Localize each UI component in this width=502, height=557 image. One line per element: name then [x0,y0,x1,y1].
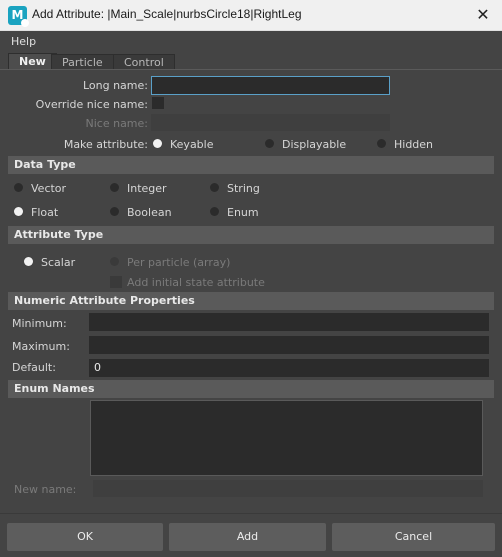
attribute-type-header[interactable]: Attribute Type [8,226,494,244]
radio-hidden[interactable] [377,139,386,148]
radio-displayable[interactable] [265,139,274,148]
vector-label: Vector [31,182,67,195]
minimum-label: Minimum: [12,317,67,330]
per-particle-label: Per particle (array) [127,256,231,269]
menu-bar [0,31,502,52]
bottom-separator [0,513,502,514]
new-name-input[interactable] [93,480,483,497]
override-nice-name-checkbox[interactable] [152,97,164,109]
enum-label: Enum [227,206,259,219]
tab-new[interactable]: New [8,53,57,70]
nice-name-label: Nice name: [85,117,149,130]
float-label: Float [31,206,59,219]
menu-help[interactable]: Help [11,35,36,48]
tab-divider [0,69,502,70]
maya-app-icon: M [8,6,29,27]
boolean-label: Boolean [127,206,172,219]
make-attribute-label: Make attribute: [63,138,148,151]
string-label: String [227,182,260,195]
override-nice-name-label: Override nice name: [35,98,148,111]
window-title: Add Attribute: |Main_Scale|nurbsCircle18… [32,7,302,21]
radio-scalar[interactable] [24,257,33,266]
default-input[interactable]: 0 [89,359,489,377]
minimum-input[interactable] [89,313,489,331]
new-name-label: New name: [14,483,77,496]
radio-per-particle[interactable] [110,257,119,266]
add-initial-state-checkbox[interactable] [110,276,122,288]
add-initial-state-label: Add initial state attribute [127,276,265,289]
maximum-label: Maximum: [12,340,70,353]
radio-vector[interactable] [14,183,23,192]
close-icon[interactable]: ✕ [472,5,494,25]
ok-button[interactable]: OK [7,523,163,551]
radio-float[interactable] [14,207,23,216]
nice-name-input[interactable] [151,114,390,131]
tab-control[interactable]: Control [113,54,175,70]
radio-string[interactable] [210,183,219,192]
radio-integer[interactable] [110,183,119,192]
radio-keyable[interactable] [153,139,162,148]
default-label: Default: [12,361,56,374]
tab-particle[interactable]: Particle [51,54,114,70]
data-type-header[interactable]: Data Type [8,156,494,174]
integer-label: Integer [127,182,167,195]
maximum-input[interactable] [89,336,489,354]
numeric-properties-header[interactable]: Numeric Attribute Properties [8,292,494,310]
enum-names-header[interactable]: Enum Names [8,380,494,398]
long-name-input[interactable] [151,76,390,95]
scalar-label: Scalar [41,256,76,269]
long-name-label: Long name: [82,79,148,92]
hidden-label: Hidden [394,138,434,151]
displayable-label: Displayable [282,138,347,151]
enum-names-list[interactable] [90,400,483,476]
add-button[interactable]: Add [169,523,326,551]
cancel-button[interactable]: Cancel [332,523,495,551]
radio-boolean[interactable] [110,207,119,216]
radio-enum[interactable] [210,207,219,216]
keyable-label: Keyable [170,138,214,151]
